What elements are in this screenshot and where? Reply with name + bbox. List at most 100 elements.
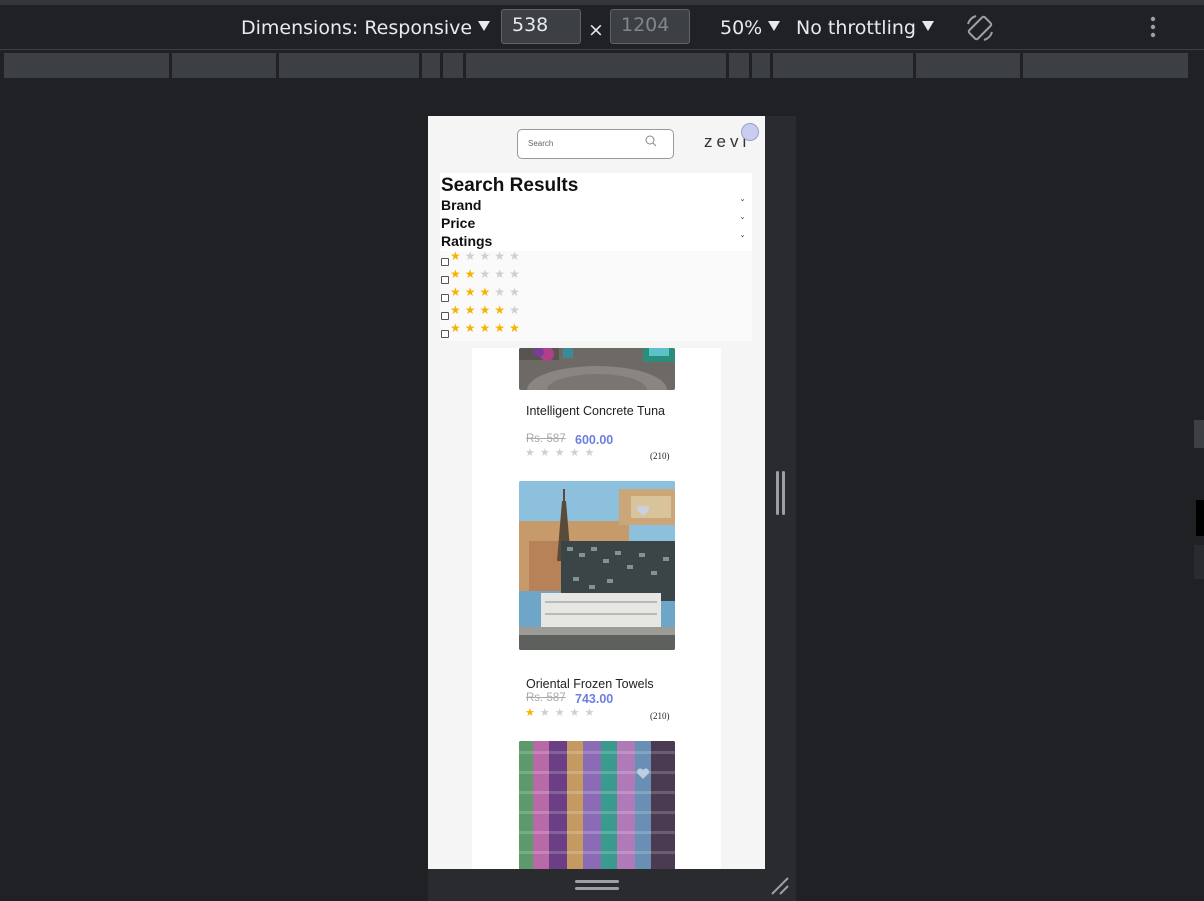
resize-handle-bottom[interactable] [575, 880, 619, 883]
star-rating: ★★★★★ [450, 303, 524, 317]
media-query-segment[interactable] [422, 53, 440, 78]
star-icon: ★ [450, 321, 465, 335]
product-name[interactable]: Intelligent Concrete Tuna [526, 404, 676, 419]
star-rating: ★★★★★ [450, 249, 524, 263]
star-icon: ★ [509, 249, 524, 263]
star-icon: ★ [479, 249, 495, 263]
facet-brand[interactable]: Brand [441, 197, 481, 213]
star-icon: ★ [539, 446, 555, 459]
star-icon: ★ [450, 303, 465, 317]
star-icon: ★ [509, 303, 524, 317]
star-icon: ★ [584, 446, 600, 459]
filter-panel: Search Results Brand ˇ Price ˇ Ratings ˇ… [440, 173, 752, 341]
throttling-dropdown[interactable]: No throttling [796, 17, 934, 39]
star-icon: ★ [494, 267, 510, 281]
star-icon: ★ [554, 706, 570, 719]
star-icon: ★ [464, 285, 480, 299]
resize-corner-icon[interactable] [768, 876, 792, 896]
product-old-price: Rs. 587 [526, 692, 566, 704]
zoom-label: 50% [720, 17, 763, 39]
times-sign: × [588, 19, 604, 41]
product-old-price: Rs. 587 [526, 433, 566, 445]
resize-handle-bottom[interactable] [575, 887, 619, 890]
facet-price[interactable]: Price [441, 215, 475, 231]
dropdown-arrow-icon [478, 21, 491, 31]
star-icon: ★ [569, 706, 585, 719]
rotate-icon[interactable] [964, 12, 996, 44]
search-icon[interactable] [645, 135, 657, 147]
star-icon: ★ [464, 321, 480, 335]
media-query-segment[interactable] [1023, 53, 1188, 78]
heart-icon[interactable] [636, 767, 650, 781]
resize-handle-right[interactable] [776, 471, 779, 515]
panel-edge [1194, 545, 1204, 579]
star-icon: ★ [464, 303, 480, 317]
star-icon: ★ [464, 267, 480, 281]
viewport-side-strip [765, 116, 796, 869]
product-name[interactable]: Oriental Frozen Towels [526, 677, 676, 692]
throttling-label: No throttling [796, 17, 916, 39]
product-rating: ★★★★★ [525, 706, 599, 719]
resize-handle-right[interactable] [782, 471, 785, 515]
star-icon: ★ [554, 446, 570, 459]
zoom-dropdown[interactable]: 50% [720, 17, 781, 39]
dimensions-label: Dimensions: Responsive [241, 17, 473, 39]
star-icon: ★ [450, 267, 465, 281]
product-image[interactable] [519, 741, 675, 869]
media-query-segment[interactable] [916, 53, 1020, 78]
media-query-segment[interactable] [466, 53, 726, 78]
rating-checkbox[interactable] [441, 276, 449, 284]
dropdown-arrow-icon [921, 21, 934, 31]
dimensions-dropdown[interactable]: Dimensions: Responsive [241, 17, 491, 39]
star-icon: ★ [494, 303, 510, 317]
rating-checkbox[interactable] [441, 312, 449, 320]
star-icon: ★ [450, 249, 465, 263]
star-icon: ★ [569, 446, 585, 459]
dropdown-arrow-icon [768, 21, 781, 31]
media-query-segment[interactable] [752, 53, 770, 78]
device-toolbar: Dimensions: Responsive 538 × 1204 50% No… [0, 5, 1204, 50]
viewport-bottom-strip [428, 869, 796, 901]
media-query-segment[interactable] [773, 53, 913, 78]
star-icon: ★ [479, 321, 495, 335]
star-icon: ★ [450, 285, 465, 299]
star-icon: ★ [509, 321, 524, 335]
product-price: 743.00 [575, 692, 614, 706]
facet-ratings[interactable]: Ratings [441, 233, 492, 249]
page-title: Search Results [441, 175, 579, 196]
media-query-segment[interactable] [729, 53, 749, 78]
product-price: 600.00 [575, 433, 614, 447]
review-count: (210) [650, 451, 670, 461]
star-icon: ★ [525, 446, 540, 459]
panel-edge [1194, 420, 1204, 448]
star-icon: ★ [479, 267, 495, 281]
rating-checkbox[interactable] [441, 294, 449, 302]
star-icon: ★ [525, 706, 540, 719]
avatar[interactable] [741, 123, 759, 141]
more-vertical-icon[interactable] [1148, 15, 1158, 39]
star-icon: ★ [479, 285, 495, 299]
device-viewport: Search zevi Search Results Brand ˇ Price… [428, 116, 765, 869]
star-rating: ★★★★★ [450, 267, 524, 281]
product-image[interactable] [519, 481, 675, 650]
heart-icon[interactable] [636, 504, 650, 518]
star-icon: ★ [494, 285, 510, 299]
star-icon: ★ [494, 321, 510, 335]
star-icon: ★ [509, 267, 524, 281]
star-icon: ★ [539, 706, 555, 719]
width-input[interactable]: 538 [501, 9, 581, 44]
media-query-segment[interactable] [443, 53, 463, 78]
chevron-down-icon[interactable]: ˇ [740, 217, 745, 228]
star-icon: ★ [584, 706, 600, 719]
chevron-down-icon[interactable]: ˇ [740, 199, 745, 210]
product-image[interactable] [519, 348, 675, 390]
rating-checkbox[interactable] [441, 330, 449, 338]
height-input[interactable]: 1204 [610, 9, 690, 44]
rating-checkbox[interactable] [441, 258, 449, 266]
media-query-segment[interactable] [279, 53, 419, 78]
product-list: Intelligent Concrete Tuna Rs. 587 600.00… [472, 348, 721, 869]
media-query-segment[interactable] [4, 53, 169, 78]
media-query-segment[interactable] [172, 53, 276, 78]
panel-edge [1196, 500, 1204, 536]
chevron-down-icon[interactable]: ˇ [740, 235, 745, 246]
